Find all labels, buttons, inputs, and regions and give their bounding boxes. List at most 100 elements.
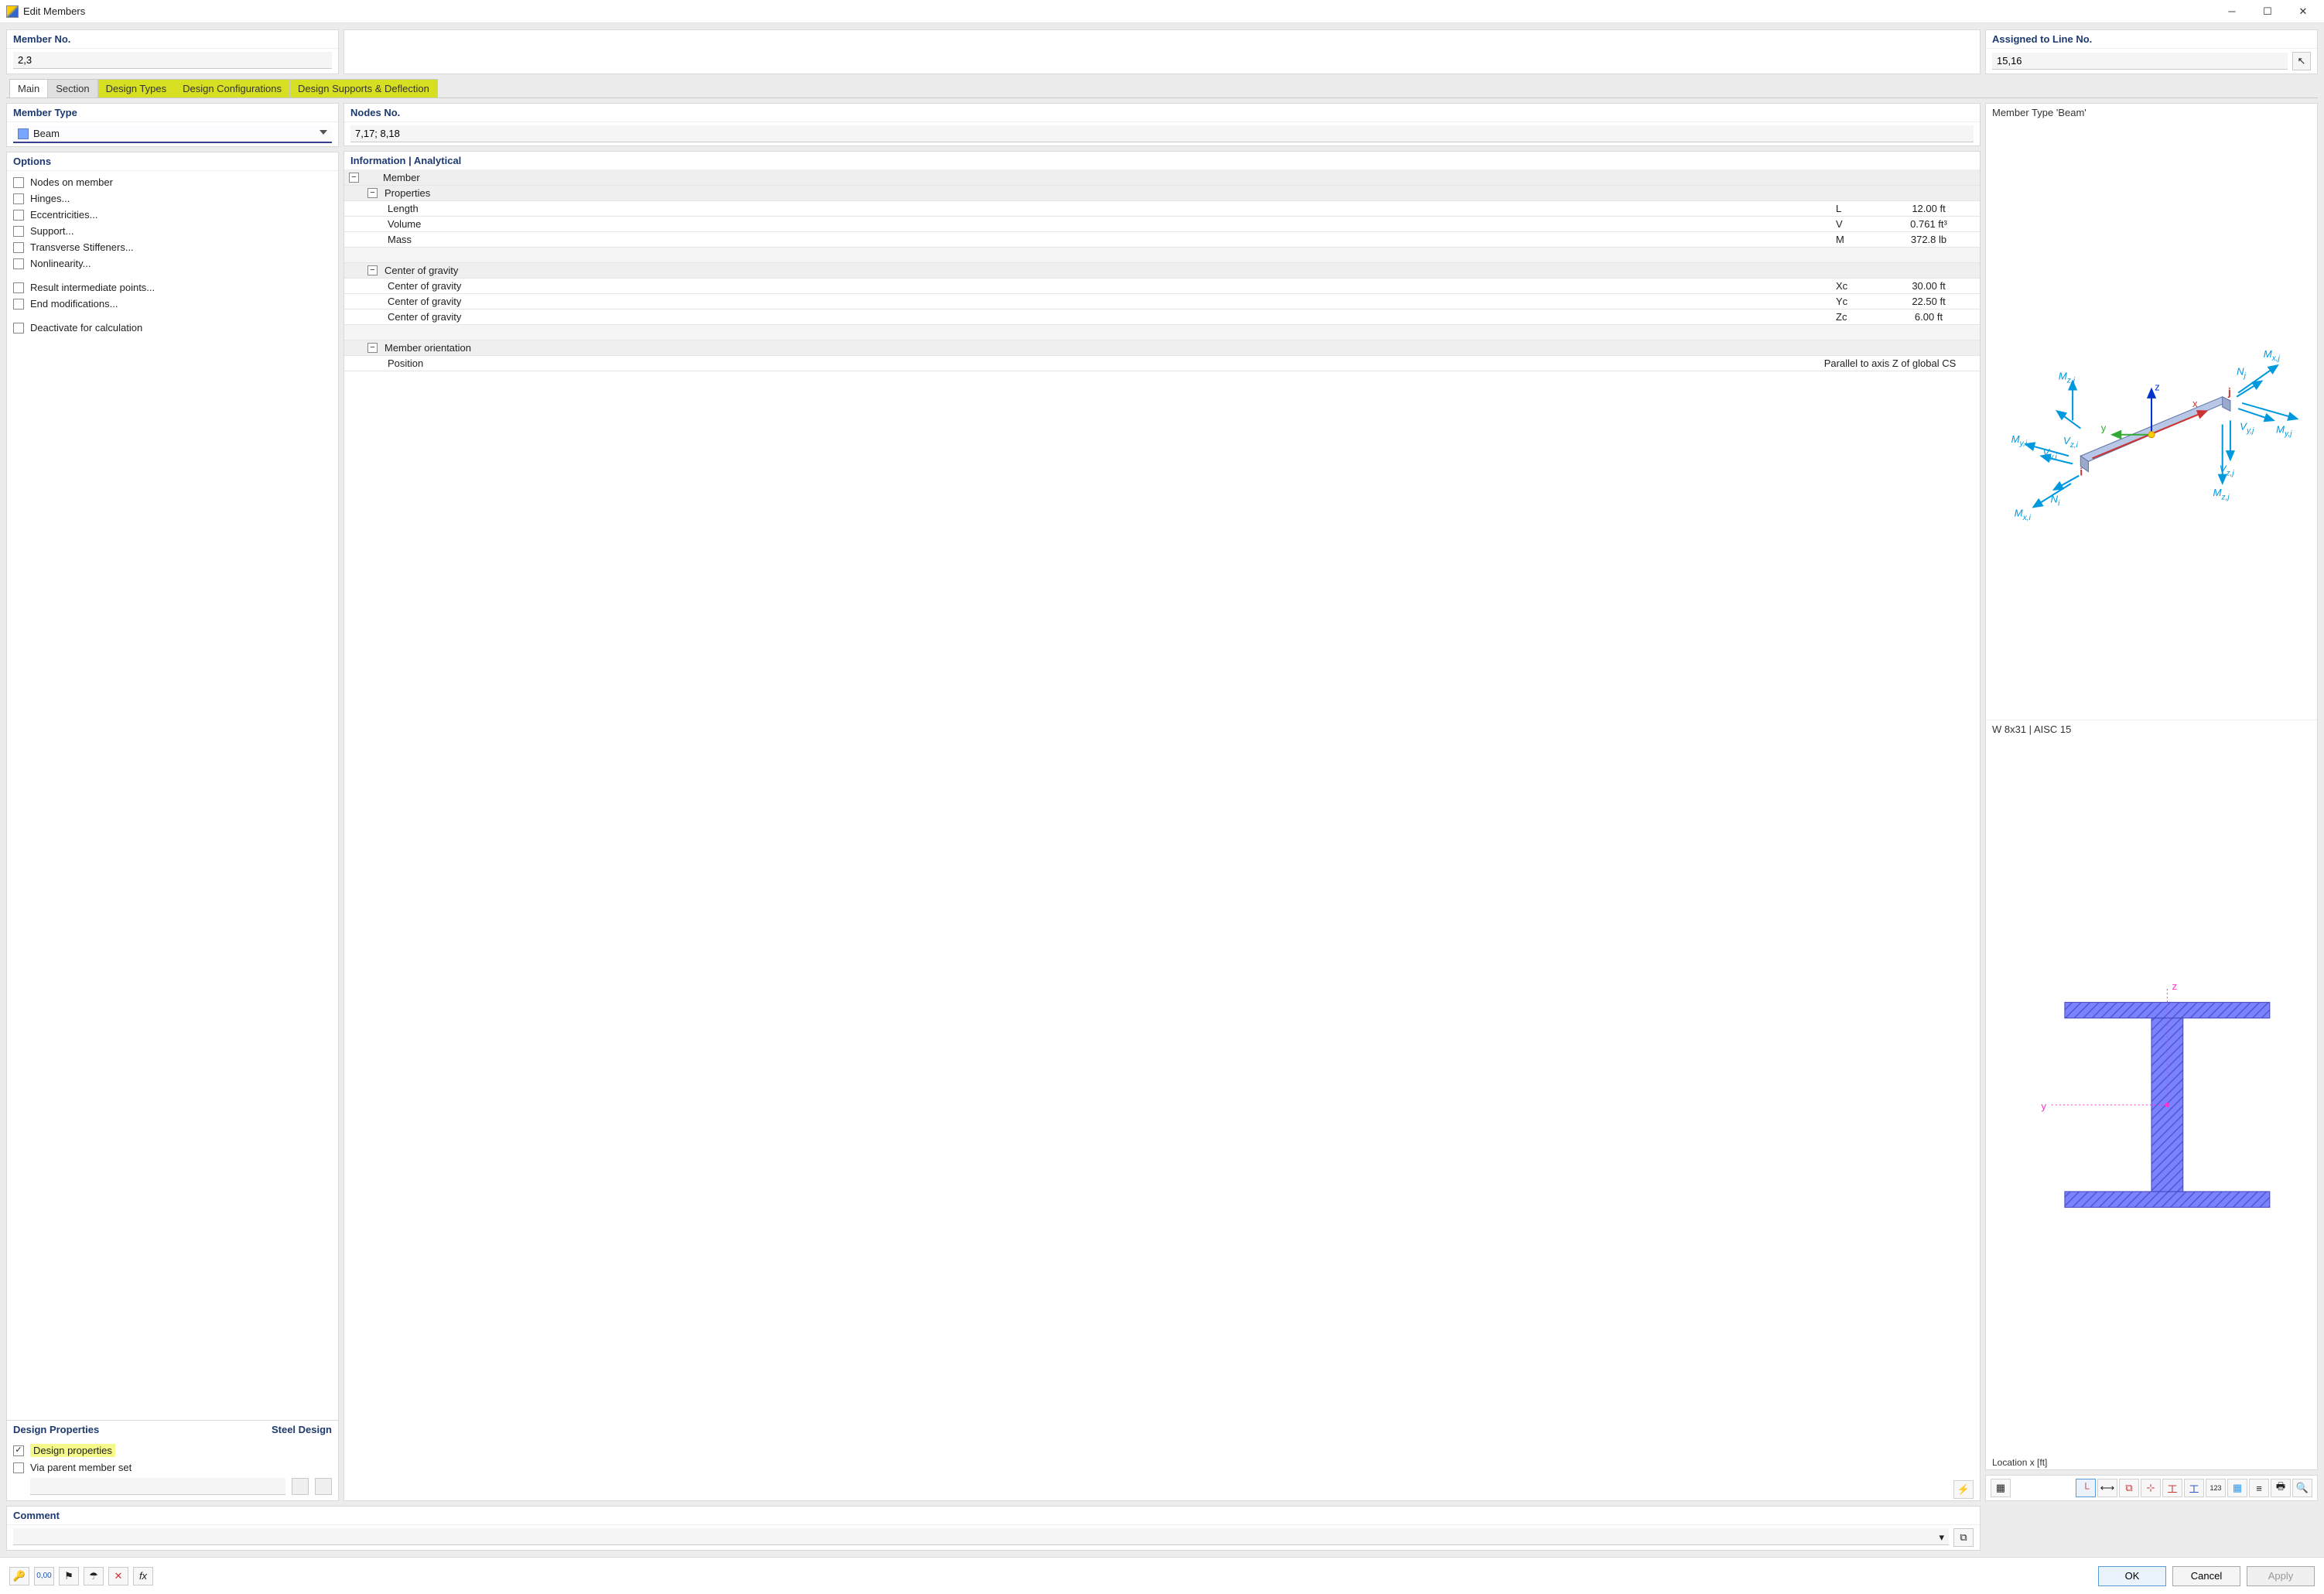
comment-copy-button[interactable]: ⧉	[1953, 1528, 1974, 1547]
nodes-no-label: Nodes No.	[344, 104, 1980, 122]
decimal-icon: 0,00	[36, 1572, 51, 1580]
maximize-button[interactable]: ☐	[2250, 0, 2285, 23]
tree-toggle-orientation[interactable]: −	[367, 343, 378, 353]
tab-main[interactable]: Main	[9, 79, 48, 97]
tab-design-supports-deflection[interactable]: Design Supports & Deflection	[289, 79, 438, 97]
checkbox-support[interactable]	[13, 226, 24, 237]
section-diagram: z y	[1986, 738, 2317, 1455]
dimension-button[interactable]: ⟷	[2097, 1479, 2117, 1497]
tree-toggle-cog[interactable]: −	[367, 265, 378, 275]
help-button[interactable]: 🔑	[9, 1567, 29, 1585]
ucs-button[interactable]: ⚑	[59, 1567, 79, 1585]
section-red-button[interactable]: 工	[2162, 1479, 2182, 1497]
ruler-icon: ⟷	[2100, 1482, 2115, 1494]
label-support: Support...	[30, 225, 73, 237]
copy-icon: ⧉	[1960, 1531, 1967, 1544]
table-bolt-icon: ⚡	[1957, 1483, 1970, 1496]
parent-set-edit-button[interactable]	[315, 1478, 332, 1495]
svg-text:Nj: Nj	[2237, 365, 2247, 380]
checkbox-eccentricities[interactable]	[13, 210, 24, 221]
nodes-no-input[interactable]	[350, 125, 1974, 142]
label-design-properties: Design properties	[30, 1444, 115, 1457]
svg-text:Vy,i: Vy,i	[2042, 446, 2057, 461]
assigned-label: Assigned to Line No.	[1986, 30, 2317, 49]
checkbox-nonlinearity[interactable]	[13, 258, 24, 269]
member-type-select[interactable]: Beam	[13, 125, 332, 143]
svg-text:Mx,i: Mx,i	[2015, 508, 2032, 522]
info-panel: Information | Analytical − Member − Prop…	[343, 151, 1981, 1501]
parent-set-new-button[interactable]	[292, 1478, 309, 1495]
tree-toggle-member[interactable]: −	[349, 173, 359, 183]
cog-z-val: 6.00 ft	[1882, 311, 1975, 323]
axes-button[interactable]: ⊹	[2141, 1479, 2161, 1497]
app-icon	[6, 5, 19, 18]
svg-text:y: y	[2041, 1100, 2046, 1112]
svg-text:Vz,i: Vz,i	[2063, 435, 2079, 450]
section-blue-button[interactable]: 工	[2184, 1479, 2204, 1497]
ibeam-blue-icon: 工	[2189, 1481, 2199, 1496]
svg-text:j: j	[2227, 386, 2231, 398]
close-button[interactable]: ✕	[2285, 0, 2321, 23]
prop-length-val: 12.00 ft	[1882, 203, 1975, 214]
grid-button[interactable]: ▦	[2227, 1479, 2247, 1497]
svg-text:z: z	[2155, 381, 2160, 393]
tree-toggle-properties[interactable]: −	[367, 188, 378, 198]
checkbox-design-properties[interactable]	[13, 1445, 24, 1456]
checkbox-end-modifications[interactable]	[13, 299, 24, 310]
parent-set-input[interactable]	[30, 1478, 285, 1495]
nodes-no-panel: Nodes No.	[343, 103, 1981, 146]
prop-length-sym: L	[1836, 203, 1882, 214]
checkbox-transverse-stiffeners[interactable]	[13, 242, 24, 253]
units-button[interactable]: 0,00	[34, 1567, 54, 1585]
prop-volume-sym: V	[1836, 218, 1882, 230]
ok-button[interactable]: OK	[2098, 1566, 2166, 1586]
svg-text:x: x	[2192, 398, 2198, 409]
label-hinges: Hinges...	[30, 193, 70, 204]
print-button[interactable]: 🖶	[2271, 1479, 2291, 1497]
label-via-parent: Via parent member set	[30, 1462, 132, 1473]
preview-toolbar: ▦ └ ⟷ ⧉ ⊹ 工 工 123 ▦ ≡ 🖶 🔍	[1985, 1475, 2318, 1501]
view-l-button[interactable]: └	[2076, 1479, 2096, 1497]
comment-input[interactable]	[13, 1528, 1949, 1545]
prop-volume-val: 0.761 ft³	[1882, 218, 1975, 230]
delete-person-button[interactable]: ✕	[108, 1567, 128, 1585]
frame-button[interactable]: ⧉	[2119, 1479, 2139, 1497]
svg-text:My,j: My,j	[2276, 424, 2292, 439]
checkbox-result-intermediate[interactable]	[13, 282, 24, 293]
chevron-down-icon[interactable]: ▾	[1939, 1531, 1944, 1544]
render-button[interactable]: ☂	[84, 1567, 104, 1585]
fx-icon: fx	[139, 1570, 147, 1582]
search-cancel-button[interactable]: 🔍	[2292, 1479, 2312, 1497]
list-button[interactable]: ≡	[2249, 1479, 2269, 1497]
label-nonlinearity: Nonlinearity...	[30, 258, 91, 269]
member-no-panel: Member No.	[6, 29, 339, 74]
apply-button[interactable]: Apply	[2247, 1566, 2315, 1586]
checkbox-nodes-on-member[interactable]	[13, 177, 24, 188]
cancel-button[interactable]: Cancel	[2172, 1566, 2240, 1586]
member-no-input[interactable]	[13, 52, 332, 69]
function-button[interactable]: fx	[133, 1567, 153, 1585]
right-footer-spacer	[1985, 1506, 2318, 1551]
cog-x-sym: Xc	[1836, 280, 1882, 292]
checkbox-via-parent[interactable]	[13, 1462, 24, 1473]
render-mode-button[interactable]: ▦	[1991, 1479, 2011, 1497]
member-no-label: Member No.	[7, 30, 338, 49]
window-title: Edit Members	[23, 5, 85, 17]
frame-icon: ⧉	[2125, 1482, 2132, 1494]
assigned-input[interactable]	[1992, 53, 2288, 70]
tab-design-types[interactable]: Design Types	[97, 79, 176, 97]
info-table-button[interactable]: ⚡	[1953, 1480, 1974, 1499]
position-label: Position	[388, 357, 1805, 369]
svg-text:My,i: My,i	[2011, 433, 2028, 448]
tab-design-configurations[interactable]: Design Configurations	[174, 79, 290, 97]
pick-lines-button[interactable]: ↖	[2292, 52, 2311, 70]
member-type-swatch	[18, 128, 29, 139]
checkbox-deactivate[interactable]	[13, 323, 24, 334]
axes-icon: ⊹	[2147, 1482, 2155, 1494]
assigned-panel: Assigned to Line No. ↖	[1985, 29, 2318, 74]
minimize-button[interactable]: ─	[2214, 0, 2250, 23]
checkbox-hinges[interactable]	[13, 193, 24, 204]
values-button[interactable]: 123	[2206, 1479, 2226, 1497]
tab-section[interactable]: Section	[47, 79, 97, 97]
search-x-icon: 🔍	[2296, 1482, 2309, 1494]
